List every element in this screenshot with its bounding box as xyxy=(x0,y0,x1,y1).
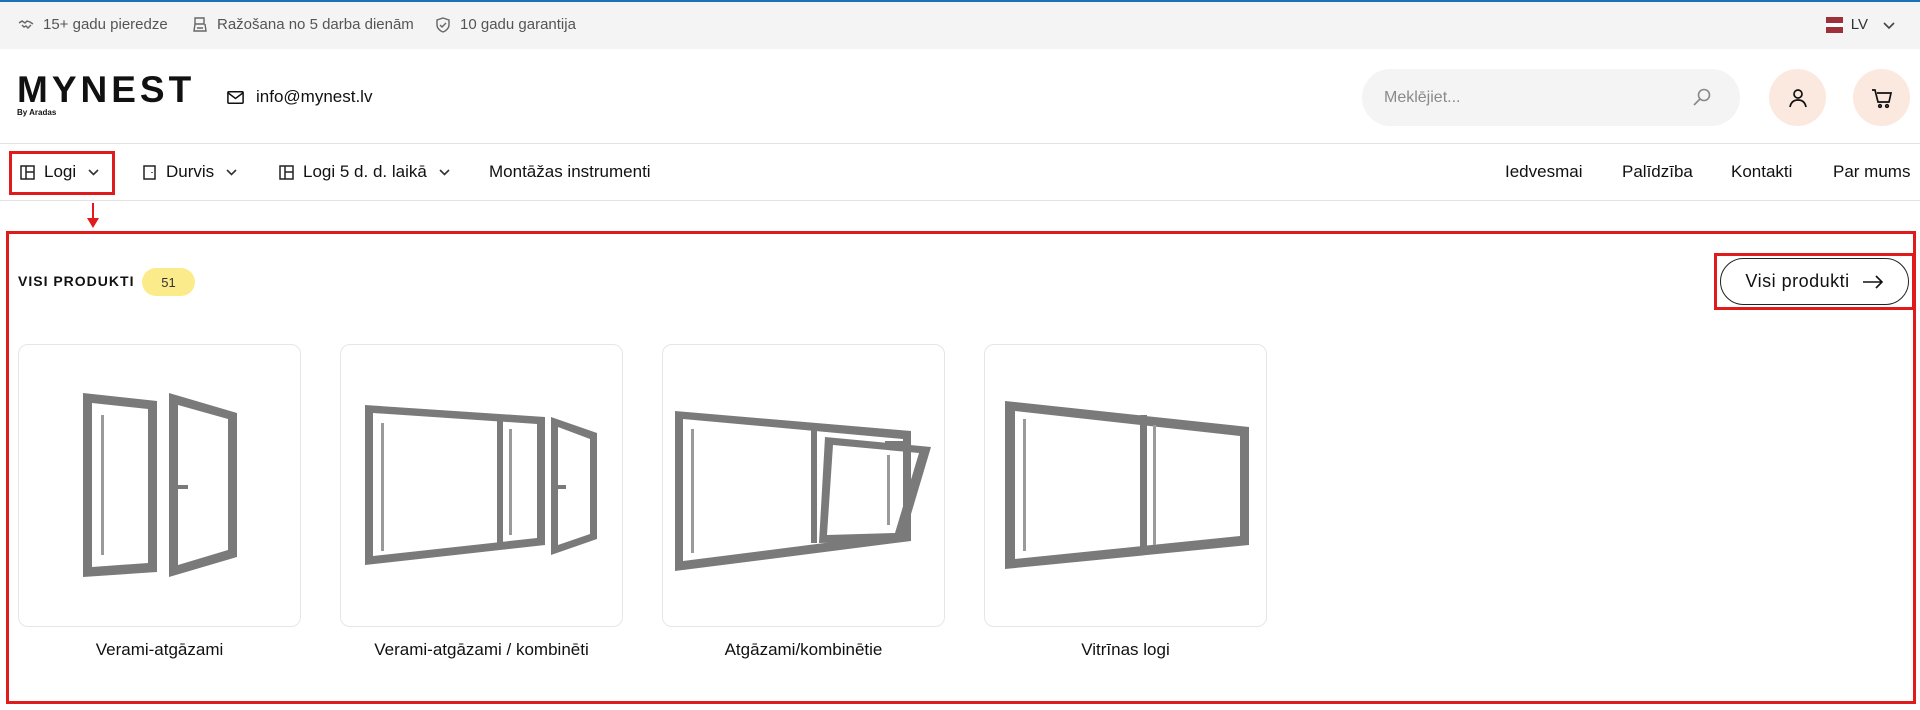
nav-item-par-mums[interactable]: Par mums xyxy=(1833,162,1910,182)
user-icon xyxy=(1788,88,1807,107)
handshake-icon xyxy=(18,19,34,29)
timer-icon xyxy=(193,16,207,32)
category-card-vitrinas-logi[interactable] xyxy=(984,344,1267,627)
all-products-label: Visi produkti xyxy=(1745,271,1850,291)
email-address: info@mynest.lv xyxy=(256,87,373,106)
combined-window-icon xyxy=(365,405,597,565)
site-logo[interactable]: MYNEST By Aradas xyxy=(17,69,196,117)
nav-label: Montāžas instrumenti xyxy=(489,162,651,181)
nav-label: Logi 5 d. d. laikā xyxy=(303,162,427,181)
arrow-right-icon xyxy=(1862,274,1883,289)
account-button[interactable] xyxy=(1769,69,1826,126)
category-card-verami-atgazami-kombineti[interactable] xyxy=(340,344,623,627)
logo-wordmark: MYNEST xyxy=(17,69,196,110)
category-label[interactable]: Vitrīnas logi xyxy=(984,640,1267,660)
category-label[interactable]: Atgāzami/kombinētie xyxy=(662,640,945,660)
experience-label: 15+ gadu pieredze xyxy=(43,16,168,33)
category-label[interactable]: Verami-atgāzami xyxy=(18,640,301,660)
language-selector[interactable]: LV xyxy=(1825,16,1896,33)
search-icon[interactable] xyxy=(1692,87,1712,107)
door-icon xyxy=(143,164,156,180)
tilt-window-icon xyxy=(675,411,931,571)
annotation-highlight-logi xyxy=(9,151,115,195)
language-label: LV xyxy=(1850,16,1868,33)
header-divider xyxy=(0,143,1920,144)
warranty-label: 10 gadu garantija xyxy=(460,16,576,33)
production-label: Ražošana no 5 darba dienām xyxy=(217,16,414,33)
search-input[interactable] xyxy=(1384,87,1684,109)
category-card-verami-atgazami[interactable] xyxy=(18,344,301,627)
window-icon xyxy=(279,164,294,180)
chevron-down-icon xyxy=(439,168,450,176)
search-bar xyxy=(1362,69,1740,126)
experience-info: 15+ gadu pieredze xyxy=(18,16,168,33)
nav-label: Durvis xyxy=(166,162,215,181)
category-card-atgazami-kombinetie[interactable] xyxy=(662,344,945,627)
category-label[interactable]: Verami-atgāzami / kombinēti xyxy=(340,640,623,660)
nav-item-montazas-instrumenti[interactable]: Montāžas instrumenti xyxy=(489,162,651,182)
nav-item-iedvesmai[interactable]: Iedvesmai xyxy=(1505,162,1582,182)
nav-divider xyxy=(0,200,1920,201)
cart-button[interactable] xyxy=(1853,69,1910,126)
shield-icon xyxy=(436,16,450,33)
mail-icon xyxy=(227,90,244,104)
cart-icon xyxy=(1871,88,1892,108)
latvia-flag-icon xyxy=(1825,16,1843,33)
annotation-arrow-head xyxy=(87,218,99,228)
product-count-badge: 51 xyxy=(142,268,195,296)
fixed-window-icon xyxy=(1005,401,1249,569)
top-info-bar: 15+ gadu pieredze Ražošana no 5 darba di… xyxy=(0,0,1920,49)
email-link[interactable]: info@mynest.lv xyxy=(226,87,372,107)
chevron-down-icon xyxy=(226,168,237,176)
chevron-down-icon xyxy=(1883,21,1895,29)
nav-item-logi-5-dd[interactable]: Logi 5 d. d. laikā xyxy=(279,162,451,182)
production-info: Ražošana no 5 darba dienām xyxy=(192,16,414,33)
section-title: VISI PRODUKTI xyxy=(18,273,135,289)
all-products-button[interactable]: Visi produkti xyxy=(1720,258,1909,305)
nav-item-kontakti[interactable]: Kontakti xyxy=(1731,162,1792,182)
nav-item-durvis[interactable]: Durvis xyxy=(142,162,238,182)
tilt-turn-window-icon xyxy=(83,393,237,577)
nav-item-palidziba[interactable]: Palīdzība xyxy=(1622,162,1693,182)
warranty-info: 10 gadu garantija xyxy=(435,16,576,33)
